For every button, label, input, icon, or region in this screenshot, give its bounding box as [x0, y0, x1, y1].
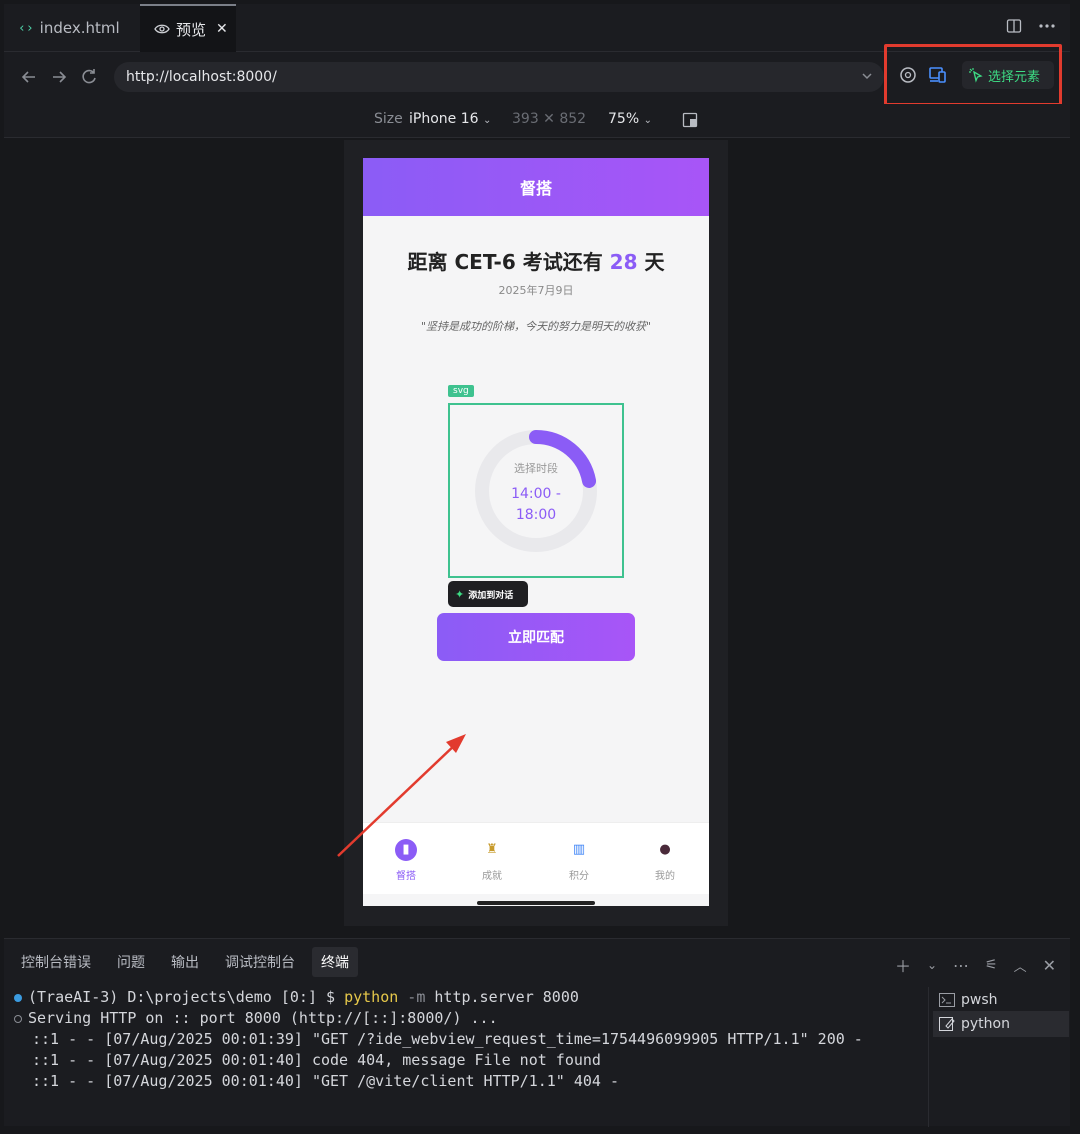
command: python — [344, 988, 399, 1006]
maximize-panel-icon[interactable]: ︿ — [1014, 956, 1027, 975]
nav-label: 成就 — [482, 871, 502, 882]
command-flag: -m — [398, 988, 426, 1006]
match-now-label: 立即匹配 — [508, 630, 564, 646]
terminal-name: python — [961, 1016, 1010, 1032]
terminal-output[interactable]: (TraeAI-3) D:\projects\demo [0:] $ pytho… — [14, 987, 863, 1092]
terminal-list: pwsh python — [928, 987, 1070, 1127]
device-select[interactable]: iPhone 16 ⌄ — [409, 111, 491, 127]
chevron-down-icon[interactable] — [860, 69, 874, 83]
preview-area: 督搭 距离 CET-6 考试还有 28 天 2025年7月9日 "坚持是成功的阶… — [4, 138, 1070, 928]
ring-label: 选择时段 — [514, 462, 558, 475]
compass-icon[interactable] — [898, 65, 918, 85]
nav-label: 督搭 — [396, 871, 416, 882]
match-now-button[interactable]: 立即匹配 — [437, 613, 635, 661]
tab-console-errors[interactable]: 控制台错误 — [12, 947, 100, 977]
ring-time-end: 18:00 — [515, 507, 557, 523]
code-icon: ‹› — [18, 20, 34, 36]
app-title: 督搭 — [519, 179, 552, 198]
tab-index-html[interactable]: ‹› index.html — [4, 4, 140, 52]
countdown-headline: 距离 CET-6 考试还有 28 天 — [363, 246, 709, 275]
terminal-icon — [939, 993, 955, 1007]
close-panel-icon[interactable]: ✕ — [1043, 956, 1056, 975]
address-bar: http://localhost:8000/ 选择元素 — [4, 44, 1070, 106]
exam-date: 2025年7月9日 — [498, 284, 574, 297]
select-element-label: 选择元素 — [988, 69, 1041, 85]
add-to-chat-button[interactable]: ✦ 添加到对话 — [448, 581, 528, 607]
close-icon[interactable]: ✕ — [216, 21, 228, 37]
nav-item-points[interactable]: ▥ 积分 — [549, 839, 609, 882]
motivational-quote: "坚持是成功的阶梯，今天的努力是明天的收获" — [420, 320, 652, 333]
home-indicator — [477, 901, 595, 905]
device-dimensions: 393 ✕ 852 — [512, 111, 587, 127]
terminal-line: (TraeAI-3) D:\projects\demo [0:] $ pytho… — [14, 987, 863, 1008]
device-toolbar: Size iPhone 16 ⌄ 393 ✕ 852 75% ⌄ — [4, 104, 1070, 138]
svg-element-tag: svg — [448, 385, 474, 397]
url-text: http://localhost:8000/ — [126, 69, 277, 85]
status-dot — [14, 1015, 22, 1023]
ring-time-start: 14:00 - — [511, 486, 561, 502]
tab-label: index.html — [39, 19, 120, 37]
add-to-chat-label: 添加到对话 — [468, 590, 514, 601]
ring-time-range: 14:00 - 18:00 — [473, 484, 599, 526]
split-editor-icon[interactable] — [1006, 18, 1022, 34]
eye-icon — [154, 24, 170, 34]
select-element-button[interactable]: 选择元素 — [962, 61, 1054, 89]
device-toggle-icon[interactable] — [928, 65, 948, 85]
terminal-line: ::1 - - [07/Aug/2025 00:01:40] "GET /@vi… — [32, 1072, 619, 1090]
headline-suffix: 天 — [637, 250, 665, 274]
line-text: Serving HTTP on :: port 8000 (http://[::… — [28, 1009, 498, 1027]
chevron-down-icon[interactable]: ⌄ — [927, 958, 937, 972]
prompt: (TraeAI-3) D:\projects\demo [0:] $ — [28, 988, 345, 1006]
more-icon[interactable] — [1038, 18, 1056, 34]
nav-label: 我的 — [655, 871, 675, 882]
nav-item-profile[interactable]: ● 我的 — [635, 839, 695, 882]
url-input[interactable]: http://localhost:8000/ — [114, 62, 884, 92]
forward-arrow-icon[interactable] — [48, 66, 70, 88]
back-arrow-icon[interactable] — [18, 66, 40, 88]
device-name: iPhone 16 — [409, 111, 479, 127]
tab-output[interactable]: 输出 — [162, 947, 208, 977]
tab-problems[interactable]: 问题 — [108, 947, 154, 977]
status-dot — [14, 994, 22, 1002]
chevron-down-icon: ⌄ — [482, 115, 492, 126]
terminal-line: ::1 - - [07/Aug/2025 00:01:39] "GET /?id… — [32, 1030, 863, 1048]
terminal-line: Serving HTTP on :: port 8000 (http://[::… — [14, 1008, 863, 1029]
user-icon: ● — [659, 842, 671, 857]
command-args: http.server 8000 — [425, 988, 579, 1006]
reload-icon[interactable] — [78, 66, 100, 88]
red-arrow-annotation — [337, 734, 466, 857]
chevron-down-icon: ⌄ — [643, 115, 652, 126]
add-terminal-icon[interactable]: ＋ — [895, 953, 911, 977]
size-label: Size — [374, 111, 403, 127]
sparkle-icon: ✦ — [455, 587, 465, 601]
terminal-item-python[interactable]: python — [933, 1011, 1069, 1037]
bottom-panel: 控制台错误 问题 输出 调试控制台 终端 ＋ ⌄ ⋯ ⚟ ︿ ✕ (TraeAI… — [4, 938, 1070, 1127]
terminal-name: pwsh — [961, 992, 998, 1008]
terminal-line: ::1 - - [07/Aug/2025 00:01:40] code 404,… — [32, 1051, 601, 1069]
app-header: 督搭 — [363, 158, 709, 216]
terminal-item-pwsh[interactable]: pwsh — [933, 987, 1069, 1013]
trophy-icon: ♜ — [486, 842, 498, 857]
rotate-device-icon[interactable] — [682, 112, 698, 128]
zoom-select[interactable]: 75% ⌄ — [608, 111, 652, 127]
days-count: 28 — [609, 250, 638, 274]
more-icon[interactable]: ⋯ — [953, 956, 969, 975]
headline-prefix: 距离 CET-6 考试还有 — [407, 250, 610, 274]
terminal-edit-icon — [939, 1017, 955, 1031]
nav-label: 积分 — [569, 871, 589, 882]
cursor-select-icon — [969, 68, 983, 83]
tab-debug-console[interactable]: 调试控制台 — [216, 947, 304, 977]
zoom-value: 75% — [608, 111, 640, 127]
settings-sliders-icon[interactable]: ⚟ — [985, 957, 998, 973]
tab-terminal[interactable]: 终端 — [312, 947, 358, 977]
chart-icon: ▥ — [572, 842, 586, 857]
tab-preview[interactable]: 预览 ✕ — [140, 4, 236, 52]
tab-label: 预览 — [176, 20, 207, 39]
